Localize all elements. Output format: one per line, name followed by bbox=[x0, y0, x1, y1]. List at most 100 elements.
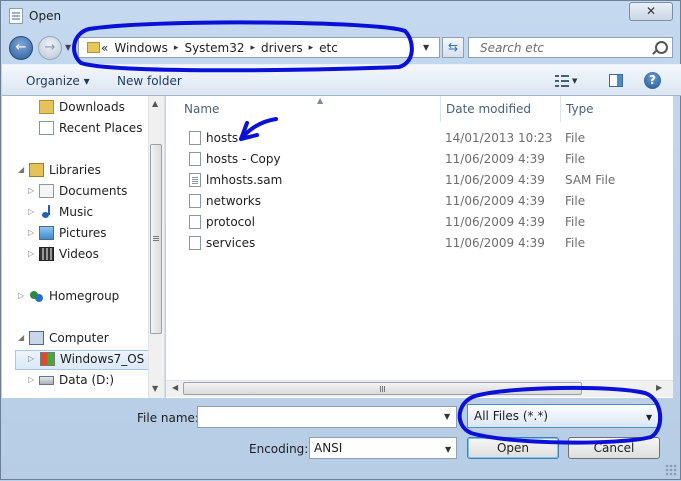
file-row[interactable]: hosts 14/01/2013 10:23 File bbox=[186, 128, 626, 148]
view-options-icon[interactable] bbox=[555, 75, 569, 87]
breadcrumb-windows[interactable]: Windows bbox=[114, 41, 168, 55]
nav-item-documents[interactable]: ▷ Documents bbox=[2, 183, 149, 201]
file-name-dropdown-arrow[interactable]: ▼ bbox=[444, 412, 450, 421]
nav-label: Homegroup bbox=[49, 289, 120, 303]
file-date: 11/06/2009 4:39 bbox=[445, 236, 545, 250]
scroll-up-arrow[interactable]: ▲ bbox=[152, 99, 158, 108]
back-button[interactable]: ← bbox=[9, 36, 33, 60]
collapse-arrow-icon[interactable]: ◢ bbox=[18, 165, 24, 174]
address-bar[interactable]: « Windows ▸ System32 ▸ drivers ▸ etc bbox=[78, 37, 440, 58]
nav-item-libraries[interactable]: ◢ Libraries bbox=[2, 162, 149, 180]
expand-arrow-icon[interactable]: ▷ bbox=[28, 186, 34, 195]
nav-label: Computer bbox=[49, 331, 109, 345]
file-name-label: File name: bbox=[137, 411, 199, 425]
column-header-name[interactable]: Name ▲ bbox=[179, 96, 441, 122]
file-type: SAM File bbox=[565, 173, 616, 187]
breadcrumb-etc[interactable]: etc bbox=[319, 41, 338, 55]
breadcrumb-system32[interactable]: System32 bbox=[184, 41, 244, 55]
nav-item-data-drive[interactable]: ▷ Data (D:) bbox=[2, 372, 149, 390]
downloads-folder-icon bbox=[39, 100, 54, 114]
close-button[interactable]: ✕ bbox=[629, 2, 673, 21]
collapse-arrow-icon[interactable]: ◢ bbox=[18, 333, 24, 342]
expand-arrow-icon[interactable]: ▷ bbox=[18, 291, 24, 300]
nav-label: Libraries bbox=[49, 163, 101, 177]
address-dropdown-arrow[interactable]: ▼ bbox=[423, 43, 429, 52]
file-row[interactable]: protocol 11/06/2009 4:39 File bbox=[186, 212, 626, 232]
file-row[interactable]: hosts - Copy 11/06/2009 4:39 File bbox=[186, 149, 626, 169]
file-type-select[interactable]: All Files (*.*) ▼ bbox=[467, 404, 659, 428]
expand-arrow-icon[interactable]: ▷ bbox=[28, 354, 34, 363]
column-header-type[interactable]: Type bbox=[561, 96, 673, 122]
file-icon bbox=[189, 194, 201, 208]
chevron-right-icon[interactable]: ▸ bbox=[174, 43, 179, 53]
view-dropdown-arrow[interactable]: ▼ bbox=[572, 77, 577, 85]
nav-label: Windows7_OS (C bbox=[60, 352, 162, 366]
nav-item-computer[interactable]: ◢ Computer bbox=[2, 330, 149, 348]
chevron-right-icon[interactable]: ▸ bbox=[250, 43, 255, 53]
open-button[interactable]: Open bbox=[467, 437, 559, 459]
file-name: lmhosts.sam bbox=[206, 173, 283, 187]
refresh-button[interactable]: ⇆ bbox=[442, 37, 464, 58]
search-box[interactable] bbox=[468, 37, 673, 58]
encoding-select[interactable]: ANSI ▼ bbox=[309, 437, 457, 459]
column-header-date[interactable]: Date modified bbox=[441, 96, 561, 122]
search-input[interactable] bbox=[469, 38, 660, 57]
nav-label: Data (D:) bbox=[59, 373, 115, 387]
expand-arrow-icon[interactable]: ▷ bbox=[28, 228, 34, 237]
window-title: Open bbox=[29, 9, 62, 23]
documents-icon bbox=[39, 184, 54, 198]
cancel-button[interactable]: Cancel bbox=[568, 437, 660, 459]
preview-pane-icon[interactable] bbox=[609, 74, 623, 87]
expand-arrow-icon[interactable]: ▷ bbox=[28, 207, 34, 216]
nav-item-recent-places[interactable]: Recent Places bbox=[2, 120, 149, 138]
file-name-field[interactable] bbox=[197, 406, 457, 428]
scrollbar-thumb[interactable] bbox=[183, 382, 582, 395]
recent-pages-dropdown[interactable]: ▼ bbox=[65, 43, 71, 52]
file-name: networks bbox=[206, 194, 261, 208]
nav-item-videos[interactable]: ▷ Videos bbox=[2, 246, 149, 264]
nav-item-homegroup[interactable]: ▷ Homegroup bbox=[2, 288, 149, 306]
file-name: protocol bbox=[206, 215, 255, 229]
nav-label: Recent Places bbox=[59, 121, 143, 135]
file-date: 11/06/2009 4:39 bbox=[445, 152, 545, 166]
folder-icon bbox=[87, 42, 100, 53]
file-name: hosts - Copy bbox=[206, 152, 281, 166]
title-bar[interactable]: Open ✕ bbox=[1, 1, 680, 31]
resize-grip[interactable] bbox=[665, 464, 677, 476]
nav-item-pictures[interactable]: ▷ Pictures bbox=[2, 225, 149, 243]
encoding-label: Encoding: bbox=[249, 442, 309, 456]
forward-button[interactable]: → bbox=[38, 36, 62, 60]
nav-item-downloads[interactable]: Downloads bbox=[2, 99, 149, 117]
scroll-down-arrow[interactable]: ▼ bbox=[152, 384, 158, 393]
help-icon[interactable]: ? bbox=[644, 72, 661, 89]
open-dialog: Open ✕ ← → ▼ « Windows ▸ System32 ▸ driv… bbox=[0, 0, 681, 480]
column-label: Type bbox=[566, 102, 594, 116]
scroll-left-arrow[interactable]: ◀ bbox=[172, 383, 178, 392]
videos-icon bbox=[39, 247, 54, 261]
computer-icon bbox=[29, 331, 44, 345]
breadcrumb-overflow[interactable]: « bbox=[101, 41, 108, 55]
os-drive-icon bbox=[40, 352, 55, 366]
file-row[interactable]: networks 11/06/2009 4:39 File bbox=[186, 191, 626, 211]
nav-item-music[interactable]: ▷ Music bbox=[2, 204, 149, 222]
sort-ascending-icon: ▲ bbox=[317, 96, 324, 105]
scrollbar-thumb[interactable] bbox=[150, 144, 162, 334]
scroll-right-arrow[interactable]: ▶ bbox=[656, 383, 662, 392]
file-icon bbox=[189, 215, 201, 229]
expand-arrow-icon[interactable]: ▷ bbox=[28, 375, 34, 384]
nav-vertical-scrollbar[interactable]: ▲ ▼ bbox=[148, 96, 164, 398]
search-icon[interactable] bbox=[655, 41, 668, 54]
breadcrumb-drivers[interactable]: drivers bbox=[261, 41, 303, 55]
file-row[interactable]: lmhosts.sam 11/06/2009 4:39 SAM File bbox=[186, 170, 626, 190]
nav-item-os-drive[interactable]: ▷ Windows7_OS (C bbox=[15, 350, 161, 370]
organize-menu[interactable]: Organize ▾ bbox=[26, 74, 90, 88]
nav-label: Pictures bbox=[59, 226, 107, 240]
file-row[interactable]: services 11/06/2009 4:39 File bbox=[186, 233, 626, 253]
text-file-icon bbox=[189, 173, 201, 187]
nav-label: Documents bbox=[59, 184, 128, 198]
expand-arrow-icon[interactable]: ▷ bbox=[28, 249, 34, 258]
file-type: File bbox=[565, 236, 586, 250]
chevron-right-icon[interactable]: ▸ bbox=[309, 43, 314, 53]
new-folder-button[interactable]: New folder bbox=[117, 74, 182, 88]
file-list-horizontal-scrollbar[interactable]: ◀ ▶ bbox=[166, 380, 673, 397]
